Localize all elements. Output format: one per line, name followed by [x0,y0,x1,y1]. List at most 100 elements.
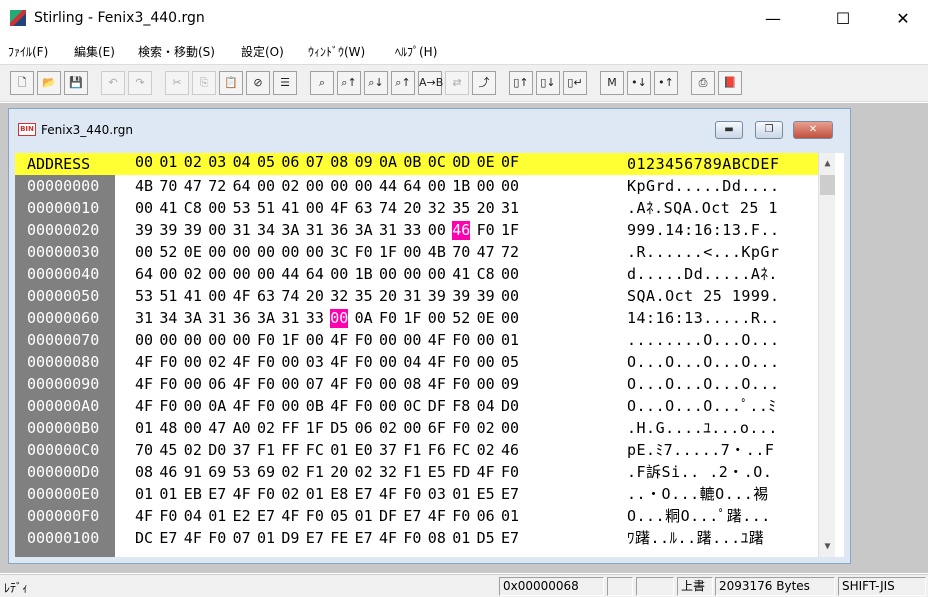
ascii-text[interactable]: .H.G....ﾕ...o... [627,417,778,439]
hex-byte[interactable]: 47 [477,243,495,262]
hex-byte[interactable]: D5 [330,419,348,438]
hex-byte[interactable]: 33 [306,309,324,328]
hex-byte[interactable]: 06 [477,507,495,526]
ascii-text[interactable]: ﾜ躇..ﾙ..躇...ﾕ躇 [627,527,764,549]
hex-byte[interactable]: E7 [501,529,519,548]
hex-byte[interactable]: 00 [379,265,397,284]
hex-byte[interactable]: F0 [355,353,373,372]
hex-byte[interactable]: F0 [159,353,177,372]
hex-byte[interactable]: 00 [306,199,324,218]
help-icon[interactable]: 📕 [718,71,742,95]
hex-byte[interactable]: F0 [159,507,177,526]
menu-edit[interactable]: 編集(E) [74,43,115,60]
hex-byte[interactable]: 4B [428,243,446,262]
hex-byte[interactable]: FC [306,441,324,460]
hex-byte[interactable]: 00 [501,309,519,328]
hex-byte[interactable]: 0A [208,397,226,416]
hex-byte[interactable]: 00 [184,375,202,394]
hex-byte[interactable]: 4F [477,463,495,482]
hex-byte[interactable]: 39 [135,221,153,240]
hex-byte[interactable]: 64 [306,265,324,284]
hex-byte[interactable]: 4F [330,353,348,372]
find-icon[interactable]: ⌕ [310,71,334,95]
hex-byte[interactable]: 00 [477,375,495,394]
hex-byte[interactable]: 4F [135,353,153,372]
hex-byte[interactable]: FF [281,441,299,460]
hex-byte[interactable]: 3C [330,243,348,262]
hex-byte[interactable]: 32 [428,199,446,218]
hex-byte[interactable]: 41 [159,199,177,218]
hex-byte[interactable]: F0 [452,353,470,372]
hex-byte[interactable]: 3A [257,309,275,328]
ascii-text[interactable]: O...O...O...ﾟ..ﾐ [627,395,776,417]
hex-byte[interactable]: 01 [501,507,519,526]
hex-byte[interactable]: 00 [159,265,177,284]
hex-byte[interactable]: 4F [233,485,251,504]
hex-byte[interactable]: 00 [501,419,519,438]
hex-byte[interactable]: 69 [257,463,275,482]
hex-byte[interactable]: 31 [135,309,153,328]
hex-byte[interactable]: 0C [403,397,421,416]
hex-byte[interactable]: E7 [355,485,373,504]
hex-byte[interactable]: 00 [208,243,226,262]
hex-byte[interactable]: 64 [403,177,421,196]
hex-byte[interactable]: FC [452,441,470,460]
find-up-icon[interactable]: ⌕↑ [391,71,415,95]
hex-byte[interactable]: 1F [379,243,397,262]
hex-byte[interactable]: 1F [306,419,324,438]
hex-byte[interactable]: 63 [257,287,275,306]
hex-byte[interactable]: 00 [135,331,153,350]
hex-byte[interactable]: 53 [233,463,251,482]
page-down-icon[interactable]: ▯↓ [536,71,560,95]
hex-byte[interactable]: 53 [135,287,153,306]
menu-settings[interactable]: 設定(O) [241,43,284,60]
hex-byte[interactable]: 00 [501,265,519,284]
hex-byte[interactable]: 33 [403,221,421,240]
hex-byte[interactable]: 1F [281,331,299,350]
hex-byte[interactable]: 31 [403,287,421,306]
ascii-text[interactable]: O...O...O...O... [627,373,780,395]
hex-byte[interactable]: 00 [281,397,299,416]
hex-byte[interactable]: 31 [501,199,519,218]
hex-byte[interactable]: EB [184,485,202,504]
ascii-text[interactable]: 999.14:16:13.F.. [627,219,780,241]
hex-byte[interactable]: 02 [355,463,373,482]
hex-byte[interactable]: D9 [281,529,299,548]
hex-byte[interactable]: F0 [379,309,397,328]
hex-byte[interactable]: 1B [452,177,470,196]
hex-byte[interactable]: E7 [208,485,226,504]
hex-byte[interactable]: 3A [184,309,202,328]
hex-byte[interactable]: 00 [257,265,275,284]
hex-byte[interactable]: 00 [184,353,202,372]
hex-byte[interactable]: 00 [208,221,226,240]
ascii-text[interactable]: .Aﾈ.SQA.Oct 25 1 [627,197,778,219]
hex-byte[interactable]: E7 [257,507,275,526]
hex-byte[interactable]: 20 [306,287,324,306]
page-enter-icon[interactable]: ▯↵ [563,71,587,95]
hex-byte[interactable]: 01 [452,485,470,504]
document-close-button[interactable]: ✕ [793,121,833,139]
hex-byte[interactable]: 00 [135,243,153,262]
delete-icon[interactable]: ⊘ [246,71,270,95]
hex-byte[interactable]: 06 [208,375,226,394]
hex-byte[interactable]: F1 [257,441,275,460]
hex-byte[interactable]: 4F [330,397,348,416]
hex-byte[interactable]: 46 [501,441,519,460]
hex-byte[interactable]: 64 [233,177,251,196]
hex-byte[interactable]: 00 [379,397,397,416]
hex-byte[interactable]: 52 [452,309,470,328]
hex-byte[interactable]: F1 [306,463,324,482]
hex-byte[interactable]: 01 [306,485,324,504]
hex-byte[interactable]: 1F [501,221,519,240]
hex-byte[interactable]: F0 [257,397,275,416]
hex-byte[interactable]: 00 [379,353,397,372]
hex-byte[interactable]: 46 [159,463,177,482]
hex-byte[interactable]: 02 [477,441,495,460]
hex-byte[interactable]: 00 [257,243,275,262]
hex-byte[interactable]: 32 [330,287,348,306]
hex-byte[interactable]: 41 [452,265,470,284]
hex-byte[interactable]: 3A [355,221,373,240]
hex-byte[interactable]: D0 [501,397,519,416]
hex-byte[interactable]: 44 [281,265,299,284]
goto-icon[interactable]: ⤴ [472,71,496,95]
